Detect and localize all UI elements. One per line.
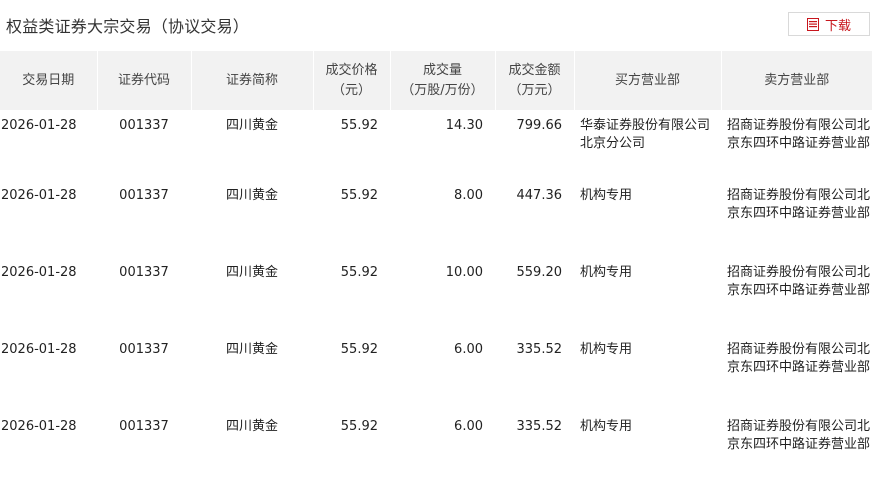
trade-price-cell: 55.92 <box>313 180 390 257</box>
buyer-branch-cell: 机构专用 <box>574 257 721 334</box>
excel-file-icon <box>807 18 819 31</box>
trade-date-cell: 2026-01-28 <box>0 180 97 257</box>
trade-price-cell: 55.92 <box>313 110 390 180</box>
security-code-cell: 001337 <box>97 180 191 257</box>
column-header: 证券简称 <box>191 51 313 110</box>
security-code-cell: 001337 <box>97 334 191 411</box>
trade-volume-cell: 14.30 <box>390 110 495 180</box>
security-code-cell: 001337 <box>97 110 191 180</box>
seller-branch-cell: 招商证券股份有限公司北京东四环中路证券营业部 <box>721 334 872 411</box>
column-header-label: 买方营业部 <box>575 71 721 91</box>
trade-volume-cell: 8.00 <box>390 180 495 257</box>
column-header: 成交金额（万元） <box>495 51 574 110</box>
column-header-unit: （万股/万份） <box>391 81 495 101</box>
trade-volume-cell: 10.00 <box>390 257 495 334</box>
seller-branch-cell: 招商证券股份有限公司北京东四环中路证券营业部 <box>721 257 872 334</box>
column-header-label: 卖方营业部 <box>722 71 872 91</box>
table-row: 2026-01-28001337四川黄金55.9210.00559.20机构专用… <box>0 257 872 334</box>
seller-branch-cell: 招商证券股份有限公司北京东四环中路证券营业部 <box>721 110 872 180</box>
download-label: 下载 <box>825 15 851 34</box>
trade-amount-cell: 335.52 <box>495 334 574 411</box>
download-button[interactable]: 下载 <box>788 12 870 36</box>
seller-branch-cell: 招商证券股份有限公司北京东四环中路证券营业部 <box>721 411 872 488</box>
buyer-branch-cell: 华泰证券股份有限公司北京分公司 <box>574 110 721 180</box>
security-name-cell: 四川黄金 <box>191 411 313 488</box>
trade-price-cell: 55.92 <box>313 257 390 334</box>
column-header: 买方营业部 <box>574 51 721 110</box>
table-row: 2026-01-28001337四川黄金55.926.00335.52机构专用招… <box>0 411 872 488</box>
security-name-cell: 四川黄金 <box>191 334 313 411</box>
table-row: 2026-01-28001337四川黄金55.9214.30799.66华泰证券… <box>0 110 872 180</box>
buyer-branch-cell: 机构专用 <box>574 411 721 488</box>
page-title: 权益类证券大宗交易（协议交易） <box>6 13 249 37</box>
table-row: 2026-01-28001337四川黄金55.926.00335.52机构专用招… <box>0 334 872 411</box>
trade-date-cell: 2026-01-28 <box>0 334 97 411</box>
column-header: 成交价格（元） <box>313 51 390 110</box>
security-name-cell: 四川黄金 <box>191 180 313 257</box>
column-header-label: 成交价格 <box>314 61 390 81</box>
column-header-unit: （万元） <box>496 81 574 101</box>
column-header-unit: （元） <box>314 81 390 101</box>
table-row: 2026-01-28001337四川黄金55.928.00447.36机构专用招… <box>0 180 872 257</box>
block-trade-table: 交易日期证券代码证券简称成交价格（元）成交量（万股/万份）成交金额（万元）买方营… <box>0 51 872 488</box>
column-header: 成交量（万股/万份） <box>390 51 495 110</box>
column-header: 交易日期 <box>0 51 97 110</box>
trade-amount-cell: 335.52 <box>495 411 574 488</box>
trade-price-cell: 55.92 <box>313 411 390 488</box>
trade-volume-cell: 6.00 <box>390 334 495 411</box>
column-header-label: 交易日期 <box>0 71 97 91</box>
trade-price-cell: 55.92 <box>313 334 390 411</box>
trade-amount-cell: 799.66 <box>495 110 574 180</box>
table-header: 交易日期证券代码证券简称成交价格（元）成交量（万股/万份）成交金额（万元）买方营… <box>0 51 872 110</box>
column-header: 卖方营业部 <box>721 51 872 110</box>
trade-date-cell: 2026-01-28 <box>0 110 97 180</box>
trade-volume-cell: 6.00 <box>390 411 495 488</box>
seller-branch-cell: 招商证券股份有限公司北京东四环中路证券营业部 <box>721 180 872 257</box>
table-body: 2026-01-28001337四川黄金55.9214.30799.66华泰证券… <box>0 110 872 488</box>
trade-date-cell: 2026-01-28 <box>0 257 97 334</box>
buyer-branch-cell: 机构专用 <box>574 334 721 411</box>
page-header: 权益类证券大宗交易（协议交易） 下载 <box>0 0 872 50</box>
trade-amount-cell: 559.20 <box>495 257 574 334</box>
security-code-cell: 001337 <box>97 411 191 488</box>
trade-amount-cell: 447.36 <box>495 180 574 257</box>
column-header-label: 证券代码 <box>98 71 191 91</box>
security-name-cell: 四川黄金 <box>191 110 313 180</box>
buyer-branch-cell: 机构专用 <box>574 180 721 257</box>
column-header-label: 成交金额 <box>496 61 574 81</box>
column-header-label: 成交量 <box>391 61 495 81</box>
security-name-cell: 四川黄金 <box>191 257 313 334</box>
trade-date-cell: 2026-01-28 <box>0 411 97 488</box>
column-header: 证券代码 <box>97 51 191 110</box>
security-code-cell: 001337 <box>97 257 191 334</box>
column-header-label: 证券简称 <box>192 71 313 91</box>
